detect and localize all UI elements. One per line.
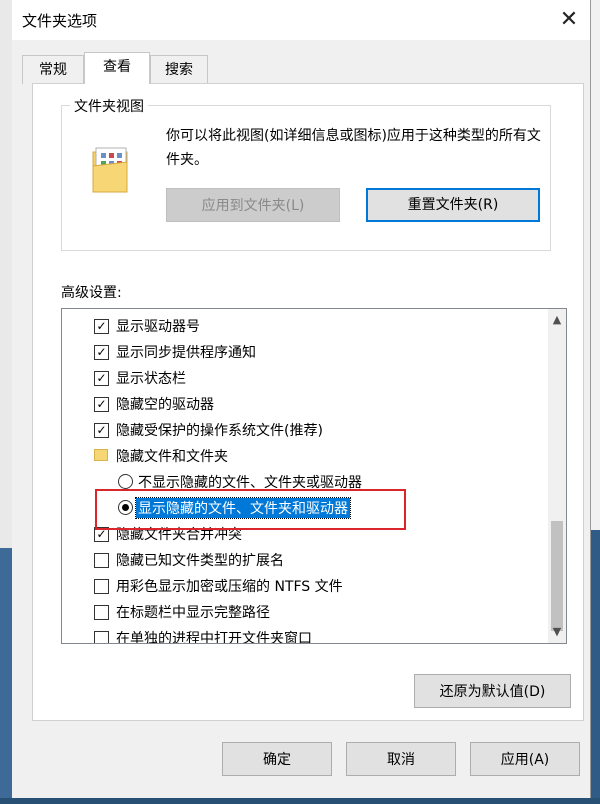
checkbox-checked[interactable]: ✓ — [94, 423, 109, 438]
annotation-highlight-box — [95, 489, 406, 530]
tab-label: 搜索 — [165, 62, 193, 78]
radio-unselected[interactable] — [118, 474, 133, 489]
folder-views-group: 文件夹视图 你可以将此视图(如详细信息或图标)应用于这种类型的所有文件夹。 应用… — [61, 96, 551, 251]
list-item-label: 隐藏空的驱动器 — [116, 397, 214, 413]
view-tab-panel: 文件夹视图 你可以将此视图(如详细信息或图标)应用于这种类型的所有文件夹。 应用… — [32, 83, 584, 721]
folder-views-description: 你可以将此视图(如详细信息或图标)应用于这种类型的所有文件夹。 — [166, 128, 541, 168]
close-icon: ✕ — [559, 7, 579, 32]
list-item-label: 在单独的进程中打开文件夹窗口 — [116, 631, 312, 644]
list-item-label: 在标题栏中显示完整路径 — [116, 605, 270, 621]
apply-button[interactable]: 应用(A) — [470, 742, 580, 776]
list-item-label: 用彩色显示加密或压缩的 NTFS 文件 — [116, 579, 343, 595]
apply-to-folders-button[interactable]: 应用到文件夹(L) — [166, 188, 340, 222]
tab-general[interactable]: 常规 — [22, 55, 84, 84]
tab-search[interactable]: 搜索 — [150, 55, 208, 84]
list-item-label: 隐藏已知文件类型的扩展名 — [116, 553, 284, 569]
list-item[interactable]: ✓ 显示同步提供程序通知 — [62, 339, 540, 365]
list-item-label: 隐藏文件和文件夹 — [116, 449, 228, 465]
list-item-label: 隐藏受保护的操作系统文件(推荐) — [116, 423, 323, 439]
cancel-button[interactable]: 取消 — [346, 742, 456, 776]
close-button[interactable]: ✕ — [554, 6, 584, 34]
checkbox-checked[interactable]: ✓ — [94, 397, 109, 412]
checkbox-unchecked[interactable] — [94, 553, 109, 568]
list-item-label: 显示同步提供程序通知 — [116, 345, 256, 361]
list-item[interactable]: ✓ 显示状态栏 — [62, 365, 540, 391]
scrollbar-thumb[interactable] — [551, 521, 563, 631]
folder-views-title: 文件夹视图 — [70, 96, 148, 116]
list-item-label: 显示状态栏 — [116, 371, 186, 387]
desktop-background-left — [0, 548, 12, 804]
advanced-settings-list[interactable]: ✓ 显示驱动器号 ✓ 显示同步提供程序通知 ✓ 显示状态栏 ✓ 隐藏空的驱动器 … — [61, 308, 567, 644]
advanced-settings-label: 高级设置: — [61, 285, 122, 301]
list-item-label: 显示驱动器号 — [116, 319, 200, 335]
scroll-down-icon[interactable]: ▼ — [548, 623, 566, 641]
list-item[interactable]: ✓ 隐藏受保护的操作系统文件(推荐) — [62, 417, 540, 443]
ok-button[interactable]: 确定 — [222, 742, 332, 776]
folder-view-icon — [92, 147, 128, 193]
reset-folders-button[interactable]: 重置文件夹(R) — [366, 188, 540, 222]
list-item[interactable]: 在标题栏中显示完整路径 — [62, 599, 540, 625]
tab-label: 常规 — [39, 62, 67, 78]
checkbox-unchecked[interactable] — [94, 631, 109, 643]
vertical-scrollbar[interactable]: ▲ ▼ — [548, 309, 566, 643]
checkbox-unchecked[interactable] — [94, 579, 109, 594]
checkbox-checked[interactable]: ✓ — [94, 371, 109, 386]
window-title: 文件夹选项 — [22, 12, 98, 30]
list-item[interactable]: 用彩色显示加密或压缩的 NTFS 文件 — [62, 573, 540, 599]
title-bar: 文件夹选项 ✕ — [12, 0, 590, 40]
folder-options-dialog: 文件夹选项 ✕ 常规 查看 搜索 文件夹视图 你可以将此视图(如详细信息或图标)… — [12, 0, 591, 798]
desktop-background-bottom — [0, 798, 600, 804]
list-item[interactable]: ✓ 隐藏空的驱动器 — [62, 391, 540, 417]
checkbox-unchecked[interactable] — [94, 605, 109, 620]
restore-defaults-button[interactable]: 还原为默认值(D) — [414, 674, 571, 708]
checkbox-checked[interactable]: ✓ — [94, 345, 109, 360]
scroll-up-icon[interactable]: ▲ — [548, 311, 566, 329]
list-item[interactable]: ✓ 显示驱动器号 — [62, 313, 540, 339]
desktop-background-right — [590, 530, 600, 804]
list-item: 隐藏文件和文件夹 — [62, 443, 540, 469]
list-item[interactable]: 在单独的进程中打开文件夹窗口 — [62, 625, 540, 644]
folder-icon — [94, 449, 108, 461]
checkbox-checked[interactable]: ✓ — [94, 319, 109, 334]
tab-view[interactable]: 查看 — [84, 52, 150, 84]
list-item[interactable]: 隐藏已知文件类型的扩展名 — [62, 547, 540, 573]
tab-label: 查看 — [103, 59, 131, 75]
